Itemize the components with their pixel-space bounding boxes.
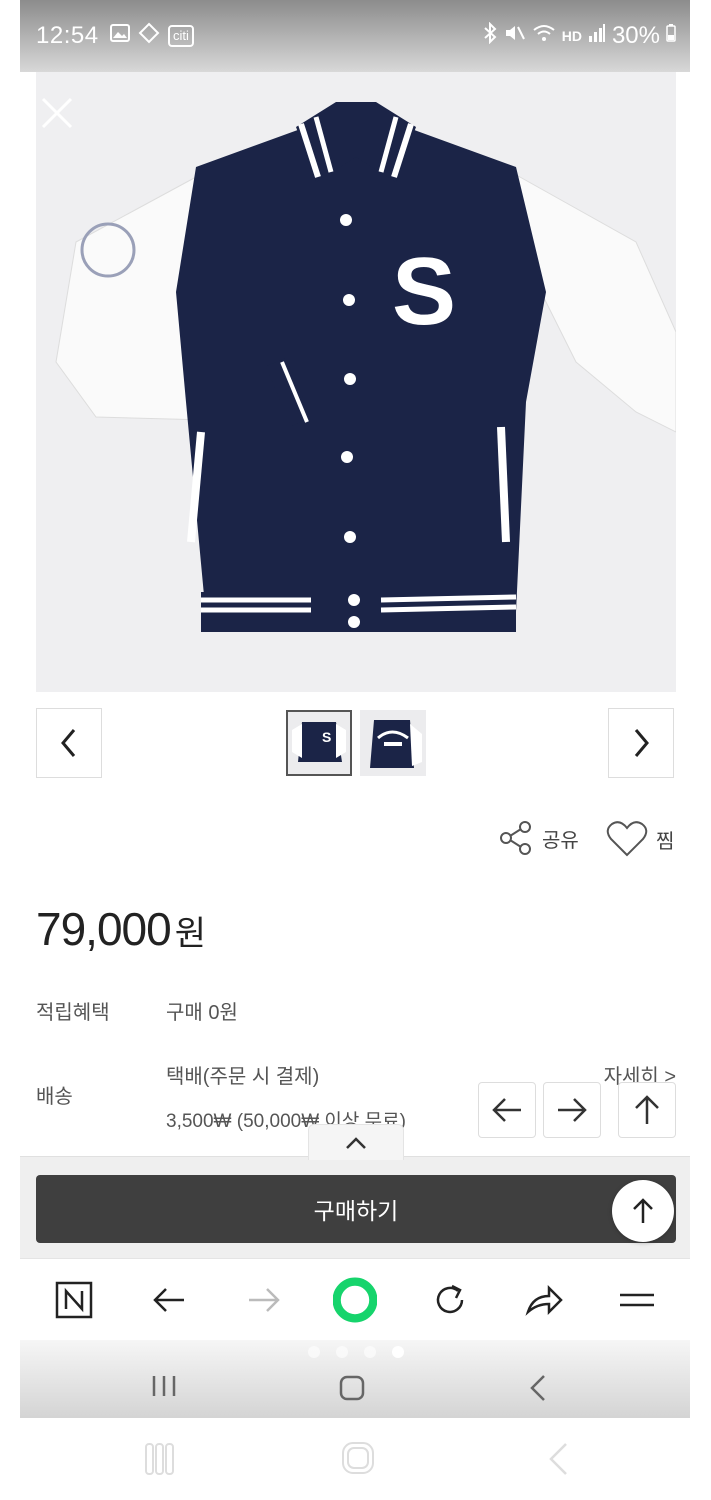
close-button[interactable]: [40, 96, 74, 130]
wish-button[interactable]: 찜: [606, 820, 674, 858]
close-icon: [41, 97, 73, 129]
browser-toolbar: [20, 1258, 690, 1340]
outer-home-button[interactable]: [340, 1440, 376, 1476]
price-unit: 원: [174, 915, 206, 953]
buy-button[interactable]: 구매하기: [36, 1175, 676, 1243]
expand-handle[interactable]: [308, 1124, 404, 1160]
page-indicator: [20, 1340, 690, 1418]
shipping-label: 배송: [36, 1086, 73, 1108]
home-icon: [339, 1375, 365, 1401]
points-label: 적립혜택: [36, 1002, 110, 1024]
varsity-jacket-image: S: [36, 72, 677, 692]
points-value: 구매 0원: [166, 1002, 238, 1024]
recent-apps-button[interactable]: [150, 1374, 178, 1398]
green-dot-button[interactable]: [333, 1277, 377, 1323]
chevron-up-icon: [346, 1136, 366, 1149]
naver-n-icon: [55, 1281, 93, 1319]
svg-text:S: S: [322, 729, 331, 745]
heart-icon: [606, 821, 648, 857]
jacket-back-thumb: [360, 710, 426, 776]
refresh-icon: [436, 1284, 464, 1314]
status-time: 12:54: [36, 22, 99, 49]
page-dot: [364, 1346, 376, 1358]
recent-apps-icon: [152, 1376, 176, 1396]
page-top-button[interactable]: [618, 1082, 676, 1138]
outer-navigation-bar: [0, 1418, 711, 1500]
page-back-button[interactable]: [478, 1082, 536, 1138]
outer-back-button[interactable]: [546, 1442, 570, 1476]
browser-menu-button[interactable]: [615, 1279, 659, 1321]
wifi-icon: [532, 23, 556, 49]
page-dot: [336, 1346, 348, 1358]
thumbnail-front[interactable]: S: [286, 710, 352, 776]
bluetooth-icon: [482, 21, 498, 50]
home-button[interactable]: [338, 1374, 366, 1402]
status-bar: 12:54 citi HD 30%: [20, 0, 690, 72]
battery-icon: [666, 24, 676, 48]
browser-refresh-button[interactable]: [428, 1279, 472, 1321]
hd-voice-label: HD: [561, 28, 582, 44]
menu-icon: [620, 1293, 654, 1307]
signal-icon: [588, 23, 606, 49]
recent-apps-icon: [145, 1443, 174, 1475]
product-image[interactable]: S: [36, 72, 677, 692]
product-price: 79,000 원: [36, 902, 206, 956]
arrow-left-icon: [492, 1098, 521, 1122]
share-button[interactable]: 공유: [498, 820, 579, 856]
chevron-right-icon: [634, 729, 649, 757]
buy-bar: 구매하기: [20, 1156, 690, 1258]
phone-screen: 12:54 citi HD 30% S S 공유 찜 79,000 원 적립혜택…: [20, 0, 690, 1418]
price-value: 79,000: [36, 903, 172, 955]
browser-forward-button[interactable]: [242, 1279, 286, 1321]
arrow-right-icon: [558, 1098, 587, 1122]
naver-home-button[interactable]: [52, 1279, 96, 1321]
arrow-left-icon: [153, 1288, 184, 1312]
status-left-icons: citi: [110, 22, 194, 50]
green-dot-icon: [333, 1277, 377, 1323]
browser-back-button[interactable]: [147, 1279, 191, 1321]
page-forward-button[interactable]: [543, 1082, 601, 1138]
arrow-up-icon: [633, 1198, 653, 1223]
scroll-top-button[interactable]: [612, 1180, 674, 1242]
jacket-front-thumb: S: [288, 712, 350, 774]
wish-label: 찜: [656, 830, 675, 853]
chevron-left-icon: [61, 729, 76, 757]
rotate-icon: [138, 22, 160, 50]
mute-icon: [504, 23, 526, 49]
home-icon: [342, 1442, 374, 1474]
shipping-method: 택배(주문 시 결제): [166, 1066, 320, 1088]
arrow-right-icon: [249, 1288, 280, 1312]
page-dot-active: [392, 1346, 404, 1358]
citi-badge: citi: [168, 25, 194, 47]
outer-recent-apps-button[interactable]: [144, 1442, 176, 1476]
arrow-up-icon: [635, 1095, 659, 1124]
chevron-left-icon: [530, 1375, 545, 1401]
system-back-button[interactable]: [528, 1374, 548, 1402]
share-icon: [500, 821, 531, 855]
status-right-icons: HD 30%: [482, 21, 676, 50]
battery-level: 30%: [611, 22, 660, 49]
gallery-prev-button[interactable]: [36, 708, 102, 778]
gallery-next-button[interactable]: [608, 708, 674, 778]
browser-share-button[interactable]: [522, 1279, 566, 1321]
share-arrow-icon: [525, 1284, 563, 1316]
page-dot: [308, 1346, 320, 1358]
chevron-left-icon: [549, 1443, 567, 1475]
gallery-icon: [110, 24, 130, 48]
share-label: 공유: [542, 829, 579, 852]
thumbnail-back[interactable]: [360, 710, 426, 776]
svg-text:S: S: [392, 238, 456, 345]
